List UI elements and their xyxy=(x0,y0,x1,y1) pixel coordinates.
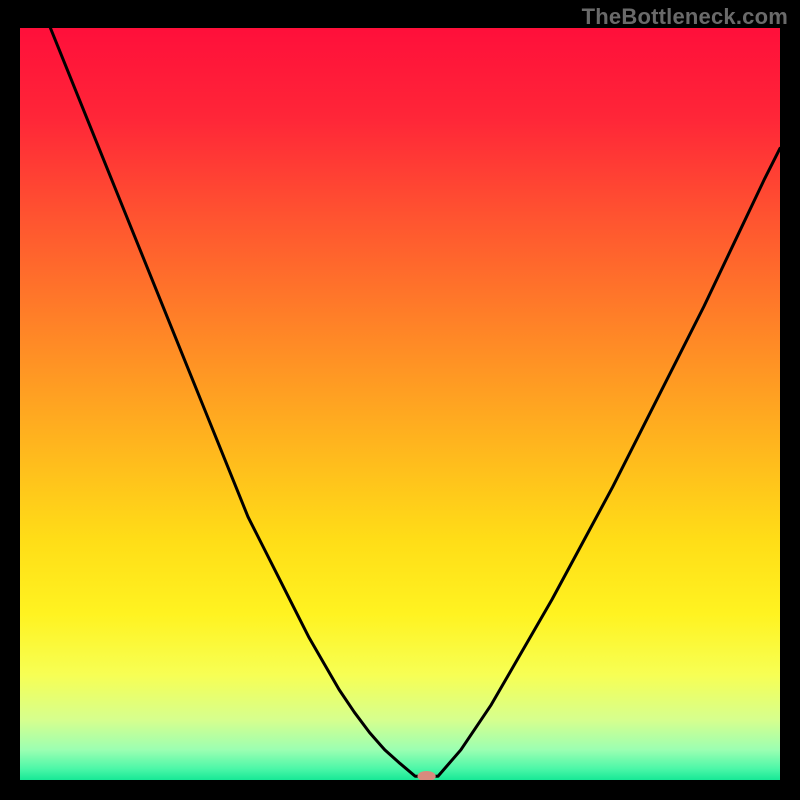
chart-plot-area xyxy=(20,28,780,780)
chart-svg xyxy=(20,28,780,780)
watermark-text: TheBottleneck.com xyxy=(582,4,788,30)
chart-container: TheBottleneck.com xyxy=(0,0,800,800)
gradient-background xyxy=(20,28,780,780)
